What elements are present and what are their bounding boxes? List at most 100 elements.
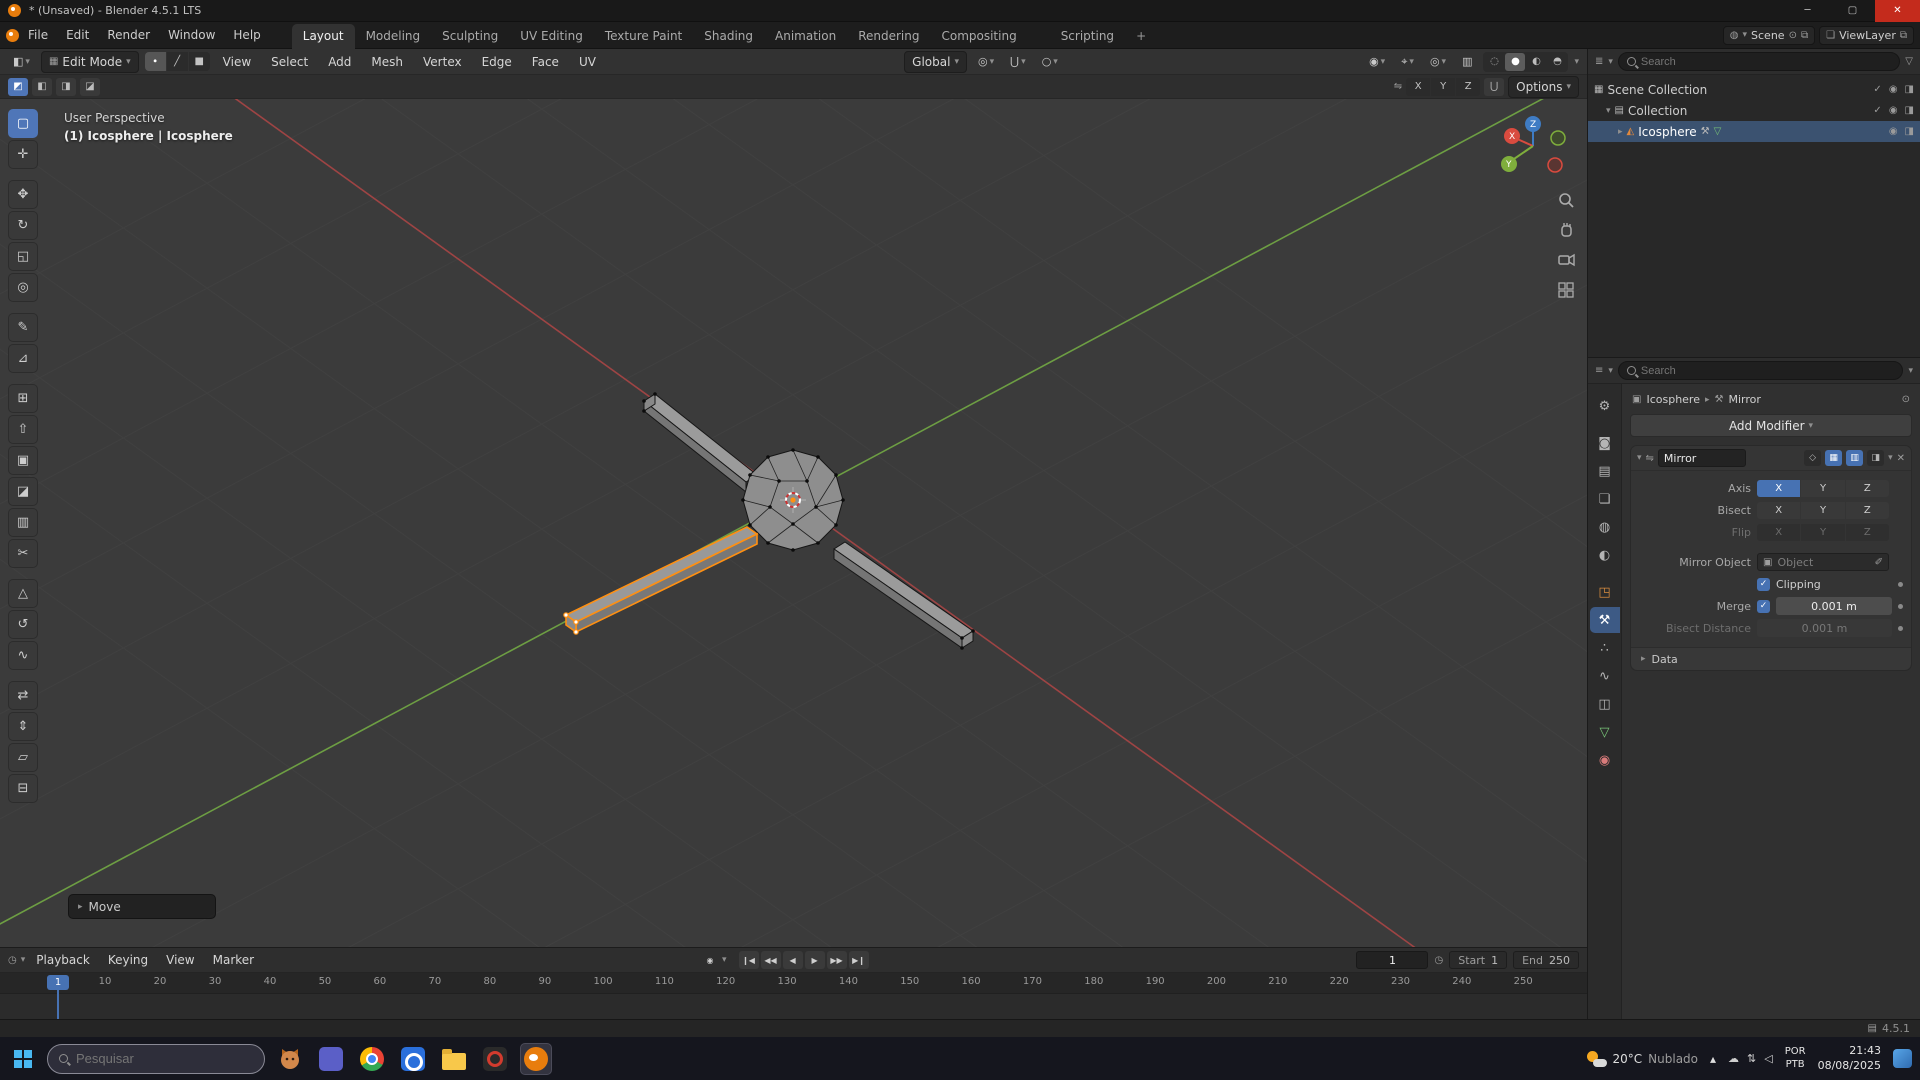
menu-help[interactable]: Help [224,25,269,45]
toggle-ortho-icon[interactable] [1557,281,1575,299]
properties-editor-icon[interactable]: ≡ [1595,365,1603,376]
menu-window[interactable]: Window [159,25,224,45]
face-select-button[interactable]: ■ [189,52,210,71]
bisect-x-toggle[interactable]: X [1757,502,1800,519]
close-button[interactable]: ✕ [1875,0,1920,22]
tab-modifiers[interactable]: ⚒ [1590,607,1620,633]
menu-marker[interactable]: Marker [206,950,261,970]
outliner-filter-icon[interactable]: ▽ [1905,56,1913,67]
axis-z-toggle[interactable]: Z [1846,480,1889,497]
taskbar-search-input[interactable] [76,1051,253,1066]
flip-z-toggle[interactable]: Z [1846,524,1889,541]
modifier-on-cage-toggle[interactable]: ◇ [1804,450,1821,466]
play-button[interactable]: ▶ [805,951,825,969]
tool-transform-button[interactable]: ◎ [8,273,38,302]
notification-center-icon[interactable] [1893,1049,1912,1068]
menu-mesh[interactable]: Mesh [364,52,410,72]
tool-shrink-fatten-button[interactable]: ⇕ [8,712,38,741]
tab-sculpting[interactable]: Sculpting [431,24,509,49]
chevron-down-icon[interactable]: ▾ [1608,57,1613,67]
disable-render-camera-icon[interactable]: ◨ [1905,84,1914,95]
taskbar-app-teams[interactable] [315,1043,347,1075]
maximize-button[interactable]: ▢ [1830,0,1875,22]
tab-geometry-nodes[interactable] [1028,38,1050,49]
jump-to-start-button[interactable]: ❙◀ [739,951,759,969]
menu-view[interactable]: View [216,52,258,72]
menu-edit[interactable]: Edit [57,25,98,45]
tool-measure-button[interactable]: ⊿ [8,344,38,373]
clipping-checkbox[interactable]: ✓ [1757,578,1770,591]
tab-view-layer[interactable]: ❏ [1590,486,1620,512]
tab-animation[interactable]: Animation [764,24,847,49]
tool-edge-slide-button[interactable]: ⇄ [8,681,38,710]
select-mode-new-button[interactable]: ◩ [8,78,28,96]
weather-widget[interactable]: 20°C Nublado [1587,1051,1699,1067]
flip-x-toggle[interactable]: X [1757,524,1800,541]
tray-expand-icon[interactable]: ▴ [1710,1052,1716,1066]
hide-eye-icon[interactable]: ◉ [1889,126,1898,137]
bisect-distance-field[interactable]: 0.001 m [1757,619,1892,637]
options-dropdown[interactable]: Options ▾ [1508,76,1579,98]
add-modifier-button[interactable]: Add Modifier ▾ [1630,414,1912,437]
chevron-down-icon[interactable]: ▾ [1908,366,1913,376]
expand-arrow-icon[interactable]: ▾ [1606,106,1611,116]
outliner-editor-icon[interactable]: ≣ [1595,56,1603,67]
tool-shear-button[interactable]: ▱ [8,743,38,772]
axis-y-toggle[interactable]: Y [1801,480,1844,497]
tab-shading[interactable]: Shading [693,24,764,49]
tool-add-cube-button[interactable]: ⊞ [8,384,38,413]
outliner-row-scene-collection[interactable]: ▦ Scene Collection ✓ ◉ ◨ [1588,79,1920,100]
play-reverse-button[interactable]: ◀ [783,951,803,969]
menu-vertex[interactable]: Vertex [416,52,469,72]
mirror-object-field[interactable]: ▣ Object ✐ [1757,553,1889,571]
tab-physics[interactable]: ∿ [1590,663,1620,689]
auto-key-button[interactable]: ◉ [700,951,720,969]
expand-arrow-icon[interactable]: ▸ [1618,127,1623,137]
menu-uv[interactable]: UV [572,52,603,72]
blender-menu-icon[interactable] [6,29,19,42]
timeline-track[interactable] [0,993,1587,1019]
menu-keying[interactable]: Keying [101,950,155,970]
tool-spin-button[interactable]: ↺ [8,610,38,639]
shading-solid-button[interactable]: ● [1505,53,1525,71]
tool-extrude-region-button[interactable]: ⇧ [8,415,38,444]
timeline-editor-icon[interactable]: ◷ [8,955,17,966]
chevron-down-icon[interactable]: ▾ [1608,366,1613,376]
tab-world[interactable]: ◐ [1590,542,1620,568]
mirror-y-toggle[interactable]: Y [1431,78,1455,96]
playhead-line[interactable] [57,990,59,1019]
outliner-row-icosphere[interactable]: ▸ ◭ Icosphere ⚒ ▽ ◉ ◨ [1588,121,1920,142]
modifier-render-toggle[interactable]: ◨ [1867,450,1884,466]
copy-viewlayer-icon[interactable]: ⧉ [1900,30,1907,41]
modifier-name-field[interactable]: Mirror [1658,449,1746,467]
tool-smooth-button[interactable]: ∿ [8,641,38,670]
camera-view-icon[interactable] [1557,251,1575,269]
select-mode-intersect-button[interactable]: ◪ [80,78,100,96]
taskbar-app-pet[interactable] [274,1043,306,1075]
tab-render[interactable]: ◙ [1590,430,1620,456]
menu-playback[interactable]: Playback [29,950,97,970]
modifier-edit-mode-toggle[interactable]: ▦ [1825,450,1842,466]
menu-add[interactable]: Add [321,52,358,72]
shading-material-button[interactable]: ◐ [1526,53,1546,71]
tab-texture-paint[interactable]: Texture Paint [594,24,693,49]
modifier-close-icon[interactable]: ✕ [1897,453,1905,464]
tool-select-box-button[interactable]: ▢ [8,109,38,138]
modifier-realtime-toggle[interactable]: ▥ [1846,450,1863,466]
snap-settings-icon[interactable]: ⋃ [1484,78,1504,96]
tool-bevel-button[interactable]: ◪ [8,477,38,506]
tab-rendering[interactable]: Rendering [847,24,930,49]
tab-material[interactable]: ◉ [1590,747,1620,773]
navigation-gizmo[interactable]: Z X Y [1501,116,1565,172]
mesh-object[interactable] [566,394,973,648]
disable-render-camera-icon[interactable]: ◨ [1905,126,1914,137]
menu-render[interactable]: Render [98,25,159,45]
taskbar-app-blender[interactable] [520,1043,552,1075]
pin-scene-icon[interactable]: ⊙ [1789,30,1797,41]
tab-modeling[interactable]: Modeling [355,24,432,49]
jump-to-end-button[interactable]: ▶❙ [849,951,869,969]
select-mode-subtract-button[interactable]: ◨ [56,78,76,96]
mode-dropdown[interactable]: ▦ Edit Mode ▾ [41,51,139,73]
next-keyframe-button[interactable]: ▶▶ [827,951,847,969]
tab-output[interactable]: ▤ [1590,458,1620,484]
